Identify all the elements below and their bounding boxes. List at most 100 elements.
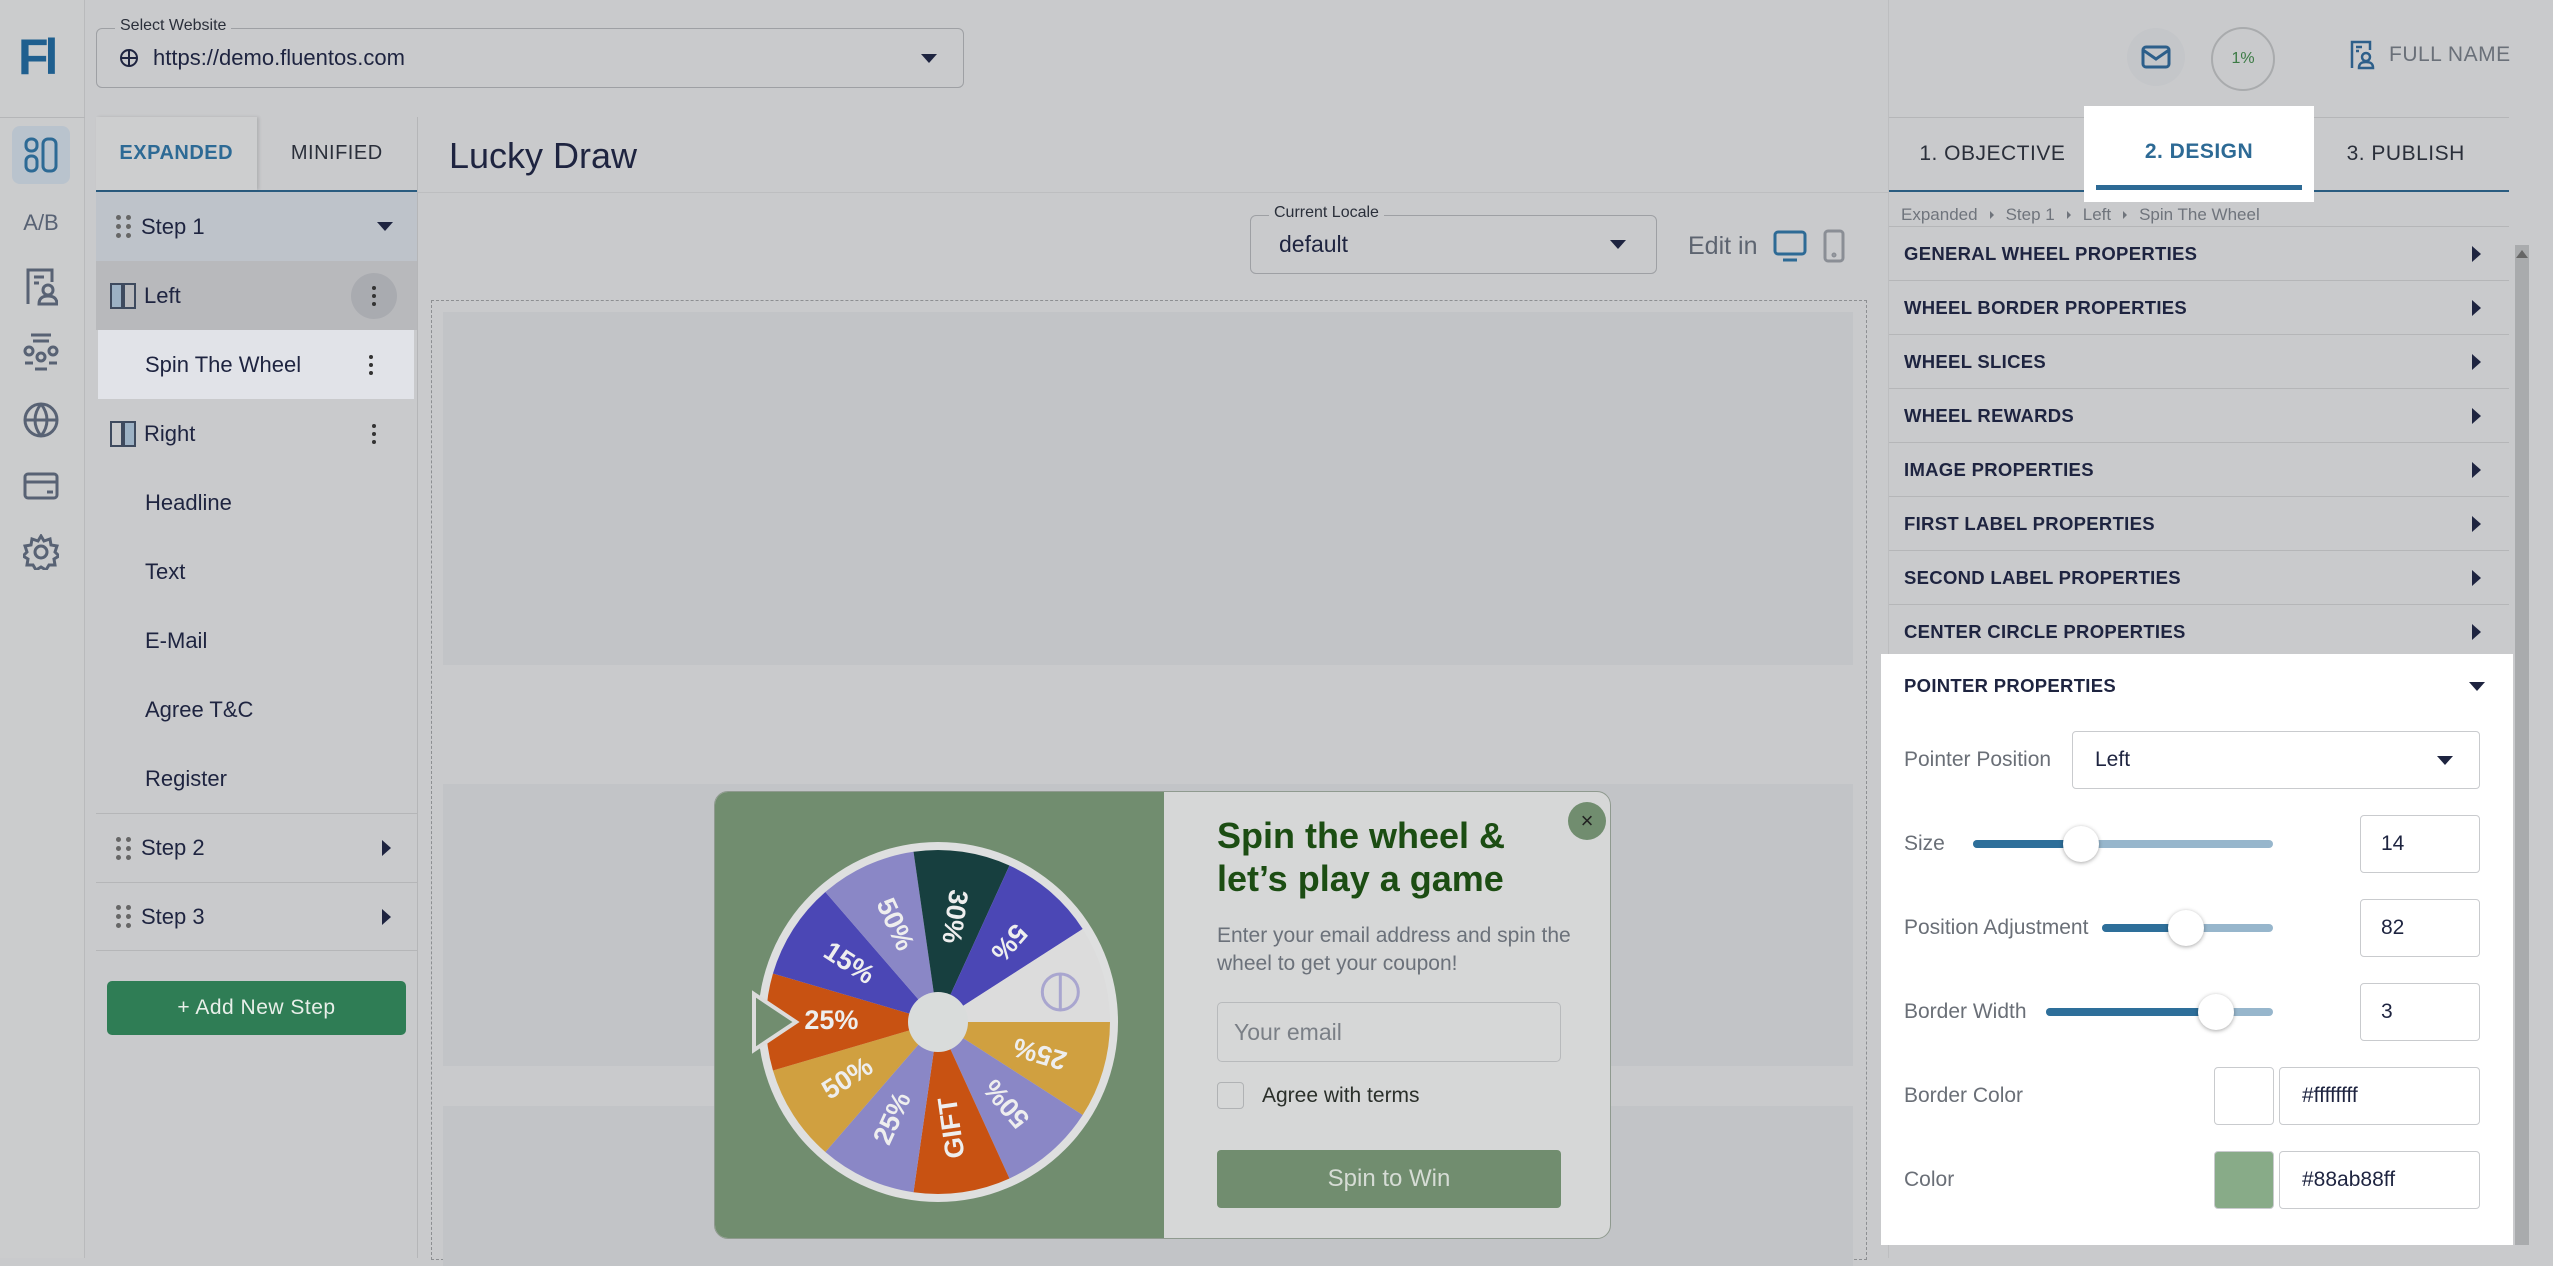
tab-publish[interactable]: 3. PUBLISH bbox=[2302, 118, 2509, 190]
tree-item-register[interactable]: Register bbox=[96, 744, 417, 813]
contact-form-icon[interactable] bbox=[12, 258, 70, 316]
email-input[interactable]: Your email bbox=[1217, 1002, 1561, 1062]
position-adjustment-row: Position Adjustment 82 bbox=[1904, 886, 2513, 970]
drag-handle-icon[interactable] bbox=[116, 905, 131, 928]
tab-minified[interactable]: MINIFIED bbox=[257, 117, 418, 190]
scroll-up-icon[interactable] bbox=[2516, 250, 2528, 258]
tree-step-3[interactable]: Step 3 bbox=[96, 882, 417, 951]
accordion-section[interactable]: FIRST LABEL PROPERTIES bbox=[1889, 496, 2509, 550]
user-menu[interactable]: FULL NAME bbox=[2349, 40, 2511, 70]
tree-item-left[interactable]: Left bbox=[96, 261, 417, 330]
chevron-right-icon bbox=[2472, 353, 2481, 370]
progress-indicator: 1% bbox=[2211, 27, 2275, 91]
mobile-icon[interactable] bbox=[1823, 229, 1845, 263]
ab-test-icon[interactable]: A/B bbox=[12, 194, 70, 252]
accordion-section[interactable]: CENTER CIRCLE PROPERTIES bbox=[1889, 604, 2509, 658]
popup-text: Enter your email address and spin the wh… bbox=[1217, 924, 1571, 975]
border-color-input[interactable]: #ffffffff bbox=[2279, 1067, 2480, 1125]
position-adjustment-input[interactable]: 82 bbox=[2360, 899, 2480, 957]
tree-item-headline[interactable]: Headline bbox=[96, 468, 417, 537]
accordion-section[interactable]: WHEEL REWARDS bbox=[1889, 388, 2509, 442]
tab-expanded[interactable]: EXPANDED bbox=[96, 117, 257, 190]
mail-button[interactable] bbox=[2127, 28, 2185, 86]
tree-item-agree[interactable]: Agree T&C bbox=[96, 675, 417, 744]
audience-icon[interactable] bbox=[12, 323, 70, 381]
chevron-down-icon[interactable] bbox=[377, 222, 393, 231]
page-title: Lucky Draw bbox=[449, 135, 638, 176]
item-label: Left bbox=[144, 282, 181, 308]
chevron-down-icon bbox=[1610, 240, 1626, 249]
chevron-right-icon[interactable] bbox=[382, 840, 391, 856]
user-name: FULL NAME bbox=[2389, 43, 2511, 66]
pointer-position-value: Left bbox=[2095, 748, 2131, 771]
breadcrumb-item[interactable]: Expanded bbox=[1901, 205, 1978, 225]
chevron-right-icon bbox=[2472, 461, 2481, 478]
layout-icon[interactable] bbox=[12, 126, 70, 184]
slider-handle[interactable] bbox=[2198, 994, 2235, 1030]
close-button[interactable]: × bbox=[1568, 802, 1606, 840]
position-adjustment-slider[interactable] bbox=[2102, 910, 2273, 946]
globe-icon[interactable] bbox=[12, 391, 70, 449]
drag-handle-icon[interactable] bbox=[116, 836, 131, 860]
border-width-input[interactable]: 3 bbox=[2360, 983, 2480, 1041]
tree-item-spin-the-wheel[interactable]: Spin The Wheel bbox=[98, 330, 414, 399]
color-swatch[interactable] bbox=[2214, 1151, 2274, 1209]
position-adjustment-label: Position Adjustment bbox=[1904, 916, 2089, 939]
slider-handle[interactable] bbox=[2063, 826, 2099, 862]
drag-handle-icon[interactable] bbox=[116, 215, 131, 238]
chevron-right-icon bbox=[2472, 407, 2481, 424]
breadcrumb-item[interactable]: Step 1 bbox=[2006, 205, 2055, 225]
tree-step-1[interactable]: Step 1 bbox=[96, 192, 417, 261]
more-menu-icon[interactable] bbox=[351, 411, 397, 457]
settings-icon[interactable] bbox=[12, 523, 70, 581]
accordion-section[interactable]: SECOND LABEL PROPERTIES bbox=[1889, 550, 2509, 604]
size-slider[interactable] bbox=[1973, 826, 2273, 862]
more-menu-icon[interactable] bbox=[351, 272, 397, 319]
pointer-position-select[interactable]: Left bbox=[2072, 731, 2480, 789]
breadcrumb-item: Spin The Wheel bbox=[2139, 205, 2260, 224]
wheel[interactable]: 25%50%GIFT25%50%25%15%50% 30% 5% bbox=[715, 792, 1164, 1239]
slider-handle[interactable] bbox=[2167, 910, 2204, 946]
size-label: Size bbox=[1904, 832, 1945, 855]
tree-step-2[interactable]: Step 2 bbox=[96, 813, 417, 882]
structure-panel: EXPANDED MINIFIED Step 1 Left Spin The W… bbox=[96, 117, 418, 1258]
add-new-step-button[interactable]: + Add New Step bbox=[107, 981, 406, 1035]
scrollbar[interactable] bbox=[2515, 245, 2529, 1245]
size-input[interactable]: 14 bbox=[2360, 815, 2480, 873]
chevron-down-icon bbox=[2437, 755, 2453, 765]
step-label: Step 3 bbox=[141, 903, 205, 929]
accordion-section[interactable]: WHEEL BORDER PROPERTIES bbox=[1889, 280, 2509, 334]
section-title: IMAGE PROPERTIES bbox=[1904, 458, 2094, 480]
spin-to-win-button[interactable]: Spin to Win bbox=[1217, 1150, 1561, 1208]
tree-item-email[interactable]: E-Mail bbox=[96, 606, 417, 675]
agree-terms[interactable]: Agree with terms bbox=[1217, 1082, 1420, 1109]
wheel-center-circle bbox=[908, 992, 968, 1052]
chevron-right-icon[interactable] bbox=[382, 908, 391, 925]
locale-value: default bbox=[1279, 231, 1349, 257]
billing-icon[interactable] bbox=[12, 457, 70, 515]
website-value: https://demo.fluentos.com bbox=[153, 45, 405, 70]
more-menu-icon[interactable] bbox=[348, 342, 394, 388]
desktop-icon[interactable] bbox=[1773, 230, 1807, 262]
chevron-right-icon bbox=[2472, 299, 2481, 316]
tab-objective[interactable]: 1. OBJECTIVE bbox=[1889, 118, 2096, 190]
locale-select[interactable]: Current Locale default bbox=[1250, 204, 1657, 274]
chevron-right-icon bbox=[2472, 515, 2481, 532]
color-input[interactable]: #88ab88ff bbox=[2279, 1151, 2480, 1209]
spin-wheel-popup: 25% 50% GIFT 25% 50% 25% 15% 50% 30% 5% × Spin th… bbox=[714, 791, 1611, 1239]
agree-checkbox[interactable] bbox=[1217, 1082, 1244, 1109]
tab-design[interactable]: 2. DESIGN bbox=[2095, 118, 2303, 190]
border-width-slider[interactable] bbox=[2046, 994, 2273, 1030]
tree-item-right[interactable]: Right bbox=[96, 399, 417, 468]
item-label: Spin The Wheel bbox=[145, 351, 302, 377]
accordion-section[interactable]: WHEEL SLICES bbox=[1889, 334, 2509, 388]
website-select[interactable]: Select Website https://demo.fluentos.com bbox=[96, 17, 964, 88]
accordion-section[interactable]: GENERAL WHEEL PROPERTIES bbox=[1889, 226, 2509, 280]
item-label: Right bbox=[144, 420, 196, 446]
tree-item-text[interactable]: Text bbox=[96, 537, 417, 606]
accordion-section[interactable]: IMAGE PROPERTIES bbox=[1889, 442, 2509, 496]
border-color-label: Border Color bbox=[1904, 1084, 2024, 1107]
border-color-swatch[interactable] bbox=[2214, 1067, 2274, 1125]
pointer-properties-header[interactable]: POINTER PROPERTIES bbox=[1904, 654, 2513, 718]
breadcrumb-item[interactable]: Left bbox=[2083, 205, 2111, 225]
